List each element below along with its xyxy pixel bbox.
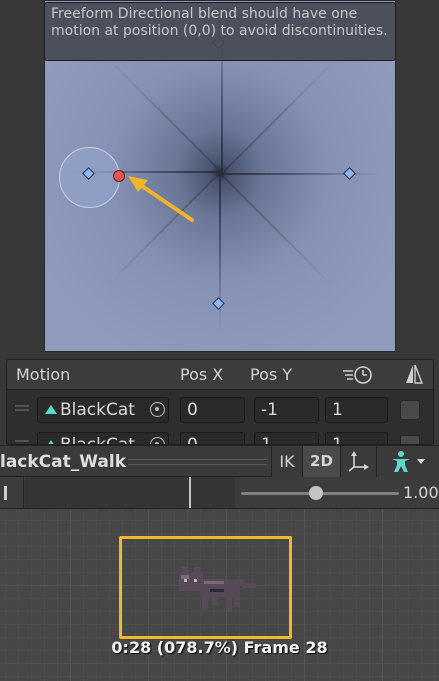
motion-list-header: Motion Pos X Pos Y (7, 360, 433, 390)
ik-toggle-button[interactable]: IK (271, 446, 302, 477)
preview-toolbar: lackCat_Walk IK 2D (0, 445, 439, 477)
pos-y-column-header: Pos Y (250, 365, 293, 384)
play-button[interactable] (0, 477, 24, 508)
gradient-ray (221, 173, 395, 175)
object-picker-icon[interactable] (150, 402, 165, 417)
avatar-icon (392, 451, 425, 472)
pivot-icon (348, 451, 369, 472)
blend-tree-icon (45, 405, 57, 414)
speed-clock-icon (343, 366, 372, 384)
speed-slider-thumb[interactable] (309, 486, 323, 500)
play-icon (4, 486, 7, 500)
gradient-ray (219, 173, 363, 316)
speed-field[interactable]: 1 (325, 432, 388, 444)
blend-tree-panel: Freeform Directional blend should have o… (0, 0, 439, 355)
motion-object-field[interactable]: BlackCat (37, 432, 169, 445)
mode-2d-button[interactable]: 2D (302, 446, 340, 477)
toolbar-drag-area[interactable] (128, 459, 267, 465)
frame-label: 0:28 (078.7%) Frame 28 (111, 638, 328, 657)
time-cursor[interactable] (189, 477, 191, 508)
drag-handle-icon[interactable] (15, 405, 29, 411)
pos-y-field[interactable]: -1 (254, 397, 319, 423)
clip-name: lackCat_Walk (0, 452, 127, 472)
pos-y-field[interactable]: 1 (254, 432, 319, 444)
motion-list: Motion Pos X Pos Y BlackCat 0 -1 1 Black… (6, 359, 434, 445)
pos-x-field[interactable]: 0 (180, 432, 245, 444)
mirror-icon (406, 364, 424, 384)
avatar-dropdown[interactable] (376, 446, 439, 477)
motion-name: BlackCat (60, 435, 135, 445)
pivot-button[interactable] (340, 446, 376, 477)
motion-row: BlackCat 0 -1 1 (7, 395, 433, 423)
speed-value: 1.00 (403, 483, 439, 502)
object-picker-icon[interactable] (150, 437, 165, 444)
pos-x-field[interactable]: 0 (180, 397, 245, 423)
time-scrubber[interactable] (25, 477, 235, 508)
motion-row: BlackCat 0 1 1 (7, 430, 433, 445)
mirror-checkbox[interactable] (400, 400, 420, 420)
motion-object-field[interactable]: BlackCat (37, 397, 169, 423)
preview-timeline: 1.00 (0, 477, 439, 509)
annotation-arrow-icon (128, 176, 194, 222)
black-cat-sprite (179, 567, 256, 611)
motion-name: BlackCat (60, 400, 135, 420)
motion-column-header: Motion (16, 365, 71, 384)
pos-x-column-header: Pos X (180, 365, 224, 384)
warning-message: Freeform Directional blend should have o… (44, 2, 396, 61)
mirror-checkbox[interactable] (400, 435, 420, 444)
speed-field[interactable]: 1 (325, 397, 388, 423)
gradient-ray (219, 173, 221, 351)
